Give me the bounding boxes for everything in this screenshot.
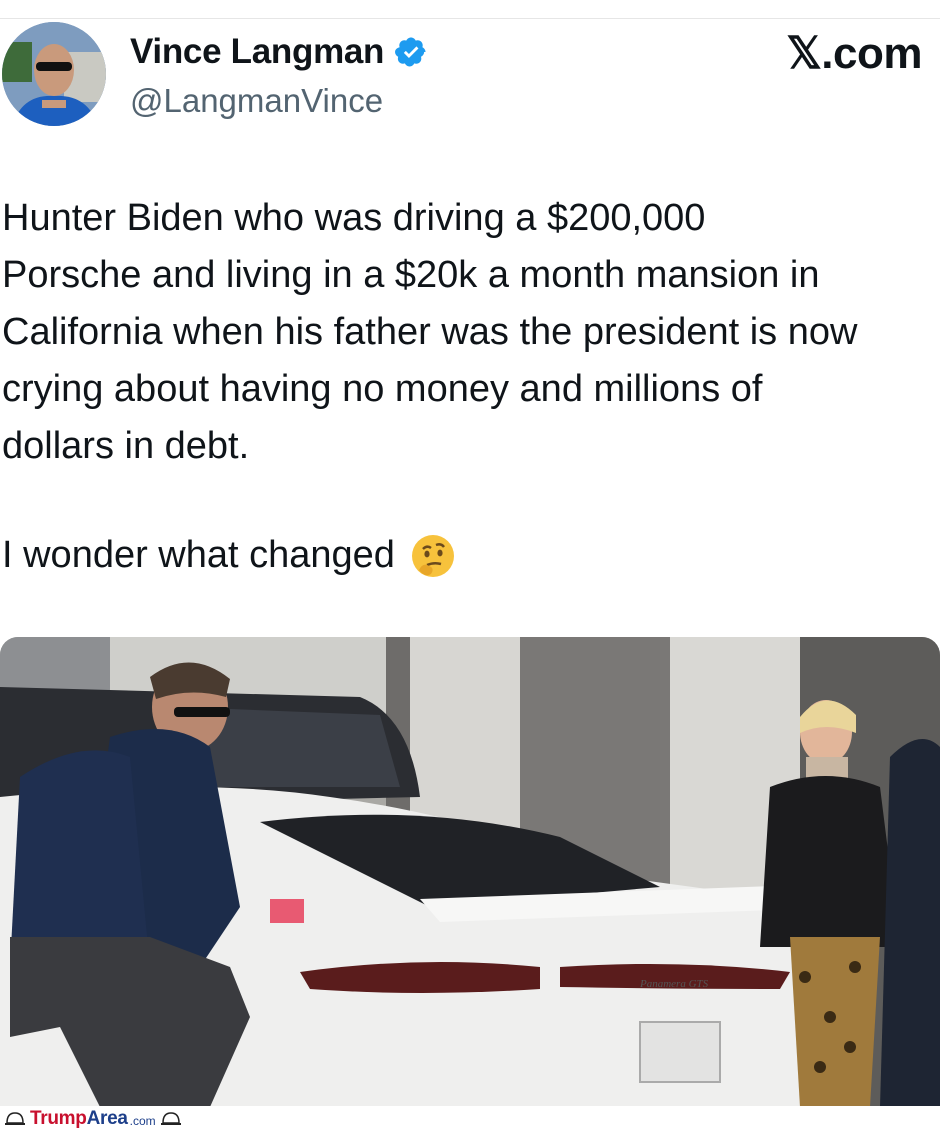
tweet-line: crying about having no money and million… [2, 368, 763, 410]
tweet-second-paragraph: I wonder what changed [2, 527, 457, 584]
tweet-text: Hunter Biden who was driving a $200,000 … [2, 190, 940, 475]
watermark-domain: .com [129, 1114, 156, 1128]
tweet-line: Hunter Biden who was driving a $200,000 [2, 197, 706, 239]
thinking-face-icon [411, 534, 454, 577]
tweet-question-text: I wonder what changed [2, 534, 395, 576]
avatar[interactable] [2, 22, 106, 126]
watermark-text: TrumpArea [30, 1108, 128, 1130]
tweet-photo[interactable]: Panamera GTS [0, 637, 940, 1107]
verified-badge-icon [395, 37, 426, 67]
watermark-word-2: Area [86, 1108, 128, 1129]
top-divider [0, 18, 940, 19]
watermark-bar: TrumpArea .com [0, 1106, 940, 1132]
user-name-row: Vince Langman [130, 32, 428, 72]
display-name[interactable]: Vince Langman [130, 32, 384, 72]
hat-icon [5, 1112, 25, 1125]
tweet-line: Porsche and living in a $20k a month man… [2, 254, 820, 296]
tweet-line: California when his father was the presi… [2, 311, 858, 353]
watermark-word-1: Trump [30, 1108, 87, 1129]
hat-icon [160, 1112, 181, 1125]
tweet-line: dollars in debt. [2, 425, 250, 467]
x-com-logo: 𝕏.com [786, 29, 922, 78]
avatar-image [2, 22, 106, 126]
photo-scene: Panamera GTS [0, 637, 940, 1107]
user-handle[interactable]: @LangmanVince [130, 82, 383, 120]
car-badge: Panamera GTS [639, 978, 709, 990]
trumparea-watermark: TrumpArea .com [4, 1108, 182, 1130]
